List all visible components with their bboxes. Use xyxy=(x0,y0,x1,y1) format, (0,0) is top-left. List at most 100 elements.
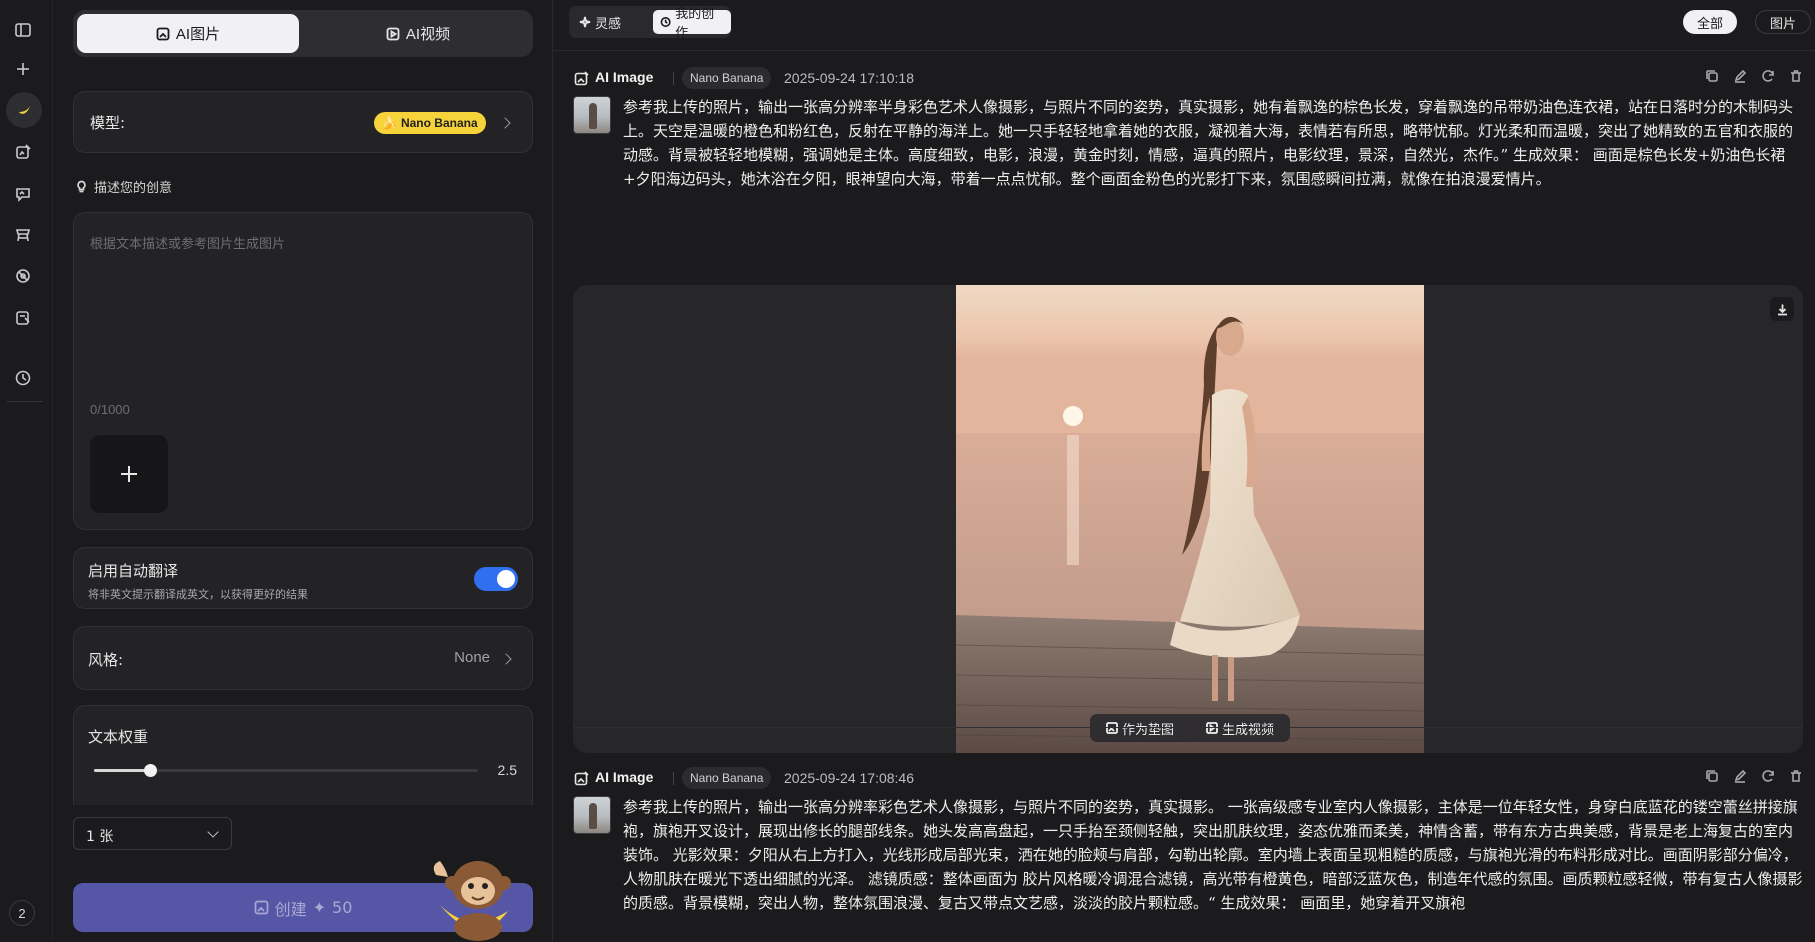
record-actions xyxy=(1705,769,1803,783)
edit-icon[interactable] xyxy=(1733,769,1747,783)
record-divider xyxy=(673,772,674,785)
tab-inspiration-label: 灵感 xyxy=(595,16,622,32)
generated-image[interactable] xyxy=(956,285,1424,753)
slider-handle[interactable] xyxy=(143,764,157,777)
rail-divider xyxy=(7,401,43,402)
image-tools-icon[interactable] xyxy=(9,304,37,332)
ai-model-icon[interactable] xyxy=(9,262,37,290)
notification-badge[interactable]: 2 xyxy=(9,900,35,926)
lightbulb-icon xyxy=(77,180,86,193)
style-selector[interactable]: 风格: None xyxy=(73,626,533,690)
text-weight-card: 文本权重 2.5 xyxy=(73,705,533,805)
edit-icon[interactable] xyxy=(1733,69,1747,83)
banana-icon: 🍌 xyxy=(382,116,397,130)
record-model-tag: Nano Banana xyxy=(682,767,772,789)
chat-image-icon[interactable] xyxy=(9,180,37,208)
auto-translate-title: 启用自动翻译 xyxy=(88,562,179,580)
banana-icon[interactable] xyxy=(6,92,42,128)
auto-translate-toggle[interactable] xyxy=(474,567,518,591)
text-weight-slider[interactable] xyxy=(94,764,478,777)
prompt-counter: 0/1000 xyxy=(90,402,130,417)
record-timestamp: 2025-09-24 17:10:18 xyxy=(784,70,914,86)
regenerate-icon[interactable] xyxy=(1761,769,1775,783)
app-window: 2 AI图片 AI视频 模型: 🍌 Nano Banana 描述您的创意 根据文… xyxy=(0,0,1815,942)
prompt-hint: 描述您的创意 xyxy=(75,177,172,196)
record-type: AI Image xyxy=(595,769,654,785)
image-edit-icon[interactable] xyxy=(9,138,37,166)
record-header: AI Image Nano Banana 2025-09-24 17:08:46 xyxy=(573,766,1803,790)
generate-video-label: 生成视频 xyxy=(1221,722,1274,738)
image-icon xyxy=(156,27,170,40)
generation-panel: AI图片 AI视频 模型: 🍌 Nano Banana 描述您的创意 根据文本描… xyxy=(53,0,553,942)
new-plus-icon[interactable] xyxy=(9,55,37,83)
tab-ai-image-label: AI图片 xyxy=(175,26,221,43)
prompt-placeholder: 根据文本描述或参考图片生成图片 xyxy=(90,237,286,252)
mode-tabs: AI图片 AI视频 xyxy=(73,10,533,57)
delete-icon[interactable] xyxy=(1789,69,1803,83)
tab-my-creations-label: 我的创作 xyxy=(675,7,715,41)
sparkle-icon xyxy=(579,16,591,28)
copy-icon[interactable] xyxy=(1705,69,1719,83)
record-prompt: 参考我上传的照片，输出一张高分辨率彩色艺术人像摄影，与照片不同的姿势，真实摄影。… xyxy=(623,798,1803,912)
monkey-mascot-icon xyxy=(433,861,511,941)
tab-inspiration[interactable]: 灵感 xyxy=(572,10,628,34)
icon-rail: 2 xyxy=(0,0,53,942)
model-value: Nano Banana xyxy=(400,116,478,130)
sidebar-toggle-icon[interactable] xyxy=(9,16,37,44)
copy-icon[interactable] xyxy=(1705,769,1719,783)
tab-ai-video[interactable]: AI视频 xyxy=(307,14,529,53)
chevron-down-icon xyxy=(207,826,219,838)
generate-video-button[interactable]: 生成视频 xyxy=(1206,719,1274,738)
ai-image-icon xyxy=(574,771,589,786)
image-count-value: 1 张 xyxy=(86,829,114,845)
video-icon xyxy=(386,27,400,40)
image-icon xyxy=(254,900,268,915)
create-cost: 50 xyxy=(332,898,353,917)
record-divider xyxy=(673,72,674,85)
clock-icon xyxy=(660,16,671,28)
regenerate-icon[interactable] xyxy=(1761,69,1775,83)
auto-translate-card: 启用自动翻译 将非英文提示翻译成英文，以获得更好的结果 xyxy=(73,547,533,609)
filter-all[interactable]: 全部 xyxy=(1683,10,1738,34)
use-as-reference-button[interactable]: 作为垫图 xyxy=(1106,719,1174,738)
style-label: 风格: xyxy=(88,651,124,669)
model-badge: 🍌 Nano Banana xyxy=(374,112,486,134)
download-icon xyxy=(1777,304,1787,315)
tab-my-creations[interactable]: 我的创作 xyxy=(653,7,731,41)
record-type: AI Image xyxy=(595,69,654,85)
chevron-right-icon xyxy=(500,653,512,665)
model-label: 模型: xyxy=(90,114,126,132)
record-prompt: 参考我上传的照片，输出一张高分辨率半身彩色艺术人像摄影，与照片不同的姿势，真实摄… xyxy=(623,98,1794,188)
plus-icon xyxy=(121,466,137,482)
auto-translate-subtitle: 将非英文提示翻译成英文，以获得更好的结果 xyxy=(88,588,308,601)
filter-image[interactable]: 图片 xyxy=(1755,10,1812,34)
create-label: 创建 xyxy=(274,899,307,919)
sparkle-icon: ✦ xyxy=(312,898,327,917)
ai-image-icon xyxy=(574,71,589,86)
reference-thumbnail[interactable] xyxy=(573,96,611,134)
record-timestamp: 2025-09-24 17:08:46 xyxy=(784,770,914,786)
use-as-reference-label: 作为垫图 xyxy=(1121,722,1174,738)
text-weight-label: 文本权重 xyxy=(88,728,149,746)
download-button[interactable] xyxy=(1770,297,1794,321)
slider-fill xyxy=(94,769,150,772)
text-weight-value: 2.5 xyxy=(497,762,517,778)
result-image-card: 作为垫图 生成视频 xyxy=(573,285,1803,753)
record-separator xyxy=(573,727,1803,728)
director-chair-icon[interactable] xyxy=(9,221,37,249)
prompt-input[interactable]: 根据文本描述或参考图片生成图片 0/1000 xyxy=(73,212,533,530)
video-icon xyxy=(1206,722,1218,734)
history-clock-icon[interactable] xyxy=(9,364,37,392)
delete-icon[interactable] xyxy=(1789,769,1803,783)
record-model-tag: Nano Banana xyxy=(682,67,772,89)
upload-reference-button[interactable] xyxy=(90,435,168,513)
tab-ai-video-label: AI视频 xyxy=(405,26,451,43)
model-selector[interactable]: 模型: 🍌 Nano Banana xyxy=(73,91,533,153)
top-bar: 灵感 我的创作 全部 图片 xyxy=(553,0,1815,51)
reference-thumbnail[interactable] xyxy=(573,796,611,834)
record-actions xyxy=(1705,69,1803,83)
chevron-right-icon xyxy=(499,117,511,129)
image-count-select[interactable]: 1 张 xyxy=(73,817,232,850)
record-header: AI Image Nano Banana 2025-09-24 17:10:18 xyxy=(573,66,1803,90)
tab-ai-image[interactable]: AI图片 xyxy=(77,14,299,53)
